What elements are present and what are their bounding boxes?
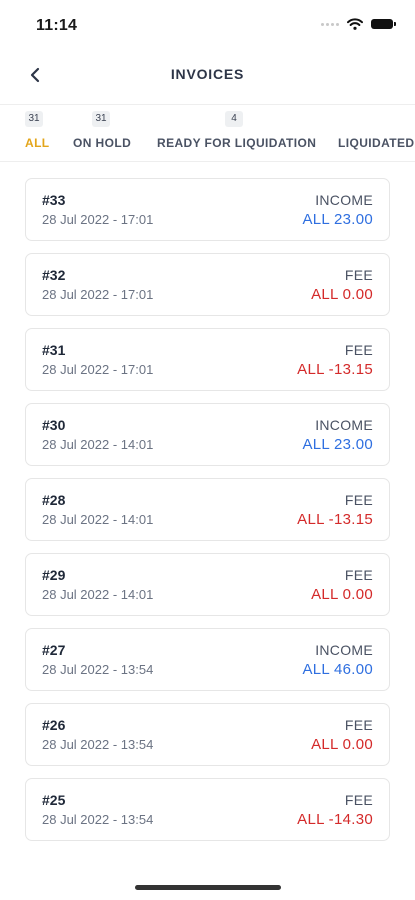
invoice-date: 28 Jul 2022 - 14:01	[42, 587, 154, 602]
invoice-card[interactable]: #30 28 Jul 2022 - 14:01 INCOME ALL 23.00	[25, 403, 390, 466]
invoice-date: 28 Jul 2022 - 17:01	[42, 362, 154, 377]
tab-count-badge: 31	[25, 111, 43, 127]
invoice-type: FEE	[344, 342, 373, 358]
invoice-date: 28 Jul 2022 - 14:01	[42, 512, 154, 527]
invoice-date: 28 Jul 2022 - 17:01	[42, 212, 154, 227]
home-indicator[interactable]	[135, 885, 281, 890]
invoice-amount: ALL -13.15	[297, 361, 373, 378]
invoice-card[interactable]: #31 28 Jul 2022 - 17:01 FEE ALL -13.15	[25, 328, 390, 391]
invoice-number: #31	[42, 342, 66, 358]
invoice-number: #30	[42, 417, 66, 433]
invoice-card[interactable]: #28 28 Jul 2022 - 14:01 FEE ALL -13.15	[25, 478, 390, 541]
invoice-card[interactable]: #29 28 Jul 2022 - 14:01 FEE ALL 0.00	[25, 553, 390, 616]
invoice-card[interactable]: #33 28 Jul 2022 - 17:01 INCOME ALL 23.00	[25, 178, 390, 241]
tab-count-badge: 4	[225, 111, 243, 127]
page-title: INVOICES	[170, 66, 245, 82]
status-bar: 11:14	[0, 0, 415, 50]
invoice-type: INCOME	[315, 642, 373, 658]
tab-all[interactable]: 31 ALL	[25, 105, 65, 161]
invoice-number: #33	[42, 192, 66, 208]
invoice-amount: ALL 0.00	[311, 586, 373, 603]
invoice-list: #33 28 Jul 2022 - 17:01 INCOME ALL 23.00…	[25, 178, 390, 853]
invoice-amount: ALL 0.00	[311, 286, 373, 303]
invoice-number: #25	[42, 792, 66, 808]
battery-icon	[371, 19, 396, 29]
invoice-type: INCOME	[315, 192, 373, 208]
invoice-amount: ALL 23.00	[302, 211, 373, 228]
invoice-card[interactable]: #32 28 Jul 2022 - 17:01 FEE ALL 0.00	[25, 253, 390, 316]
invoice-number: #26	[42, 717, 66, 733]
wifi-icon	[347, 18, 363, 30]
status-time: 11:14	[36, 17, 78, 34]
tab-ready-for-liquidation[interactable]: 4 READY FOR LIQUIDATION	[157, 105, 322, 161]
invoice-type: FEE	[344, 492, 373, 508]
tab-on-hold[interactable]: 31 ON HOLD	[73, 105, 143, 161]
invoice-date: 28 Jul 2022 - 14:01	[42, 437, 154, 452]
invoice-card[interactable]: #26 28 Jul 2022 - 13:54 FEE ALL 0.00	[25, 703, 390, 766]
invoice-date: 28 Jul 2022 - 17:01	[42, 287, 154, 302]
invoice-card[interactable]: #25 28 Jul 2022 - 13:54 FEE ALL -14.30	[25, 778, 390, 841]
invoice-date: 28 Jul 2022 - 13:54	[42, 662, 154, 677]
invoice-amount: ALL -13.15	[297, 511, 373, 528]
invoice-amount: ALL 0.00	[311, 736, 373, 753]
tab-label: ALL	[25, 136, 50, 150]
status-icons	[321, 18, 396, 30]
invoice-type: FEE	[344, 267, 373, 283]
app-header: INVOICES	[0, 52, 415, 96]
invoice-type: FEE	[344, 717, 373, 733]
invoice-amount: ALL -14.30	[297, 811, 373, 828]
invoice-amount: ALL 46.00	[302, 661, 373, 678]
invoice-date: 28 Jul 2022 - 13:54	[42, 812, 154, 827]
invoice-type: FEE	[344, 792, 373, 808]
cellular-signal-icon	[321, 22, 339, 26]
invoice-number: #28	[42, 492, 66, 508]
tab-count-badge: 31	[92, 111, 110, 127]
invoice-number: #32	[42, 267, 66, 283]
tab-label: LIQUIDATED	[338, 136, 415, 150]
tab-liquidated[interactable]: LIQUIDATED	[338, 105, 415, 161]
tab-label: ON HOLD	[73, 136, 132, 150]
invoice-date: 28 Jul 2022 - 13:54	[42, 737, 154, 752]
invoice-status-tabs: 31 ALL 31 ON HOLD 4 READY FOR LIQUIDATIO…	[0, 104, 415, 162]
invoice-card[interactable]: #27 28 Jul 2022 - 13:54 INCOME ALL 46.00	[25, 628, 390, 691]
invoice-amount: ALL 23.00	[302, 436, 373, 453]
invoice-number: #29	[42, 567, 66, 583]
invoice-type: INCOME	[315, 417, 373, 433]
invoice-number: #27	[42, 642, 66, 658]
invoice-type: FEE	[344, 567, 373, 583]
tab-label: READY FOR LIQUIDATION	[157, 136, 317, 150]
